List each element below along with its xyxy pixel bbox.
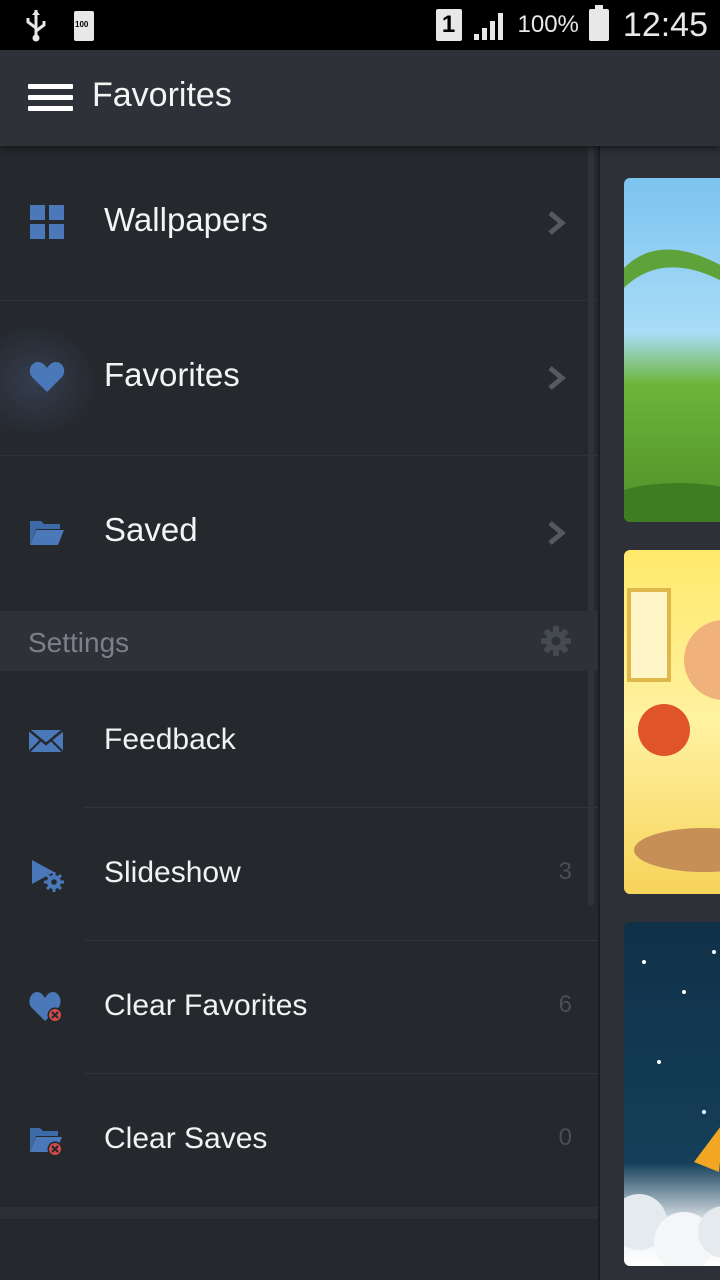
grid-icon	[30, 205, 64, 239]
settings-item-slideshow[interactable]: Slideshow 3	[0, 808, 598, 941]
battery-percentage: 100%	[517, 11, 579, 38]
wallpaper-thumbnail[interactable]	[624, 178, 720, 522]
folder-open-icon	[30, 521, 64, 545]
signal-icon	[473, 13, 503, 40]
section-header-label: Settings	[28, 627, 130, 658]
envelope-icon	[28, 729, 64, 753]
status-bar: 100 1 100% 12:45	[0, 0, 720, 50]
heart-icon	[29, 362, 65, 392]
settings-section-header: Settings	[0, 611, 598, 671]
slideshow-settings-icon	[32, 860, 64, 892]
clock: 12:45	[622, 5, 708, 44]
nav-item-wallpapers[interactable]: Wallpapers	[0, 146, 598, 301]
settings-item-clear-favorites[interactable]: Clear Favorites 6	[0, 941, 598, 1074]
navigation-drawer: Wallpapers Favorites Saved Settings Feed…	[0, 146, 600, 1280]
battery-notification-icon: 100	[74, 11, 94, 41]
action-bar: Favorites	[0, 50, 720, 146]
settings-item-label: Feedback	[104, 723, 236, 756]
nav-item-label: Wallpapers	[104, 201, 268, 238]
settings-item-feedback[interactable]: Feedback	[0, 675, 598, 808]
settings-item-label: Clear Favorites	[104, 989, 308, 1022]
settings-item-clear-saves[interactable]: Clear Saves 0	[0, 1074, 598, 1207]
page-title: Favorites	[92, 76, 232, 114]
nav-item-label: Favorites	[104, 356, 240, 393]
nav-item-saved[interactable]: Saved	[0, 456, 598, 610]
settings-item-label: Slideshow	[104, 856, 241, 889]
gear-icon	[541, 626, 571, 656]
wallpaper-thumbnail[interactable]	[624, 550, 720, 894]
settings-item-label: Clear Saves	[104, 1122, 268, 1155]
wallpaper-thumbnail[interactable]	[624, 922, 720, 1266]
item-count: 3	[558, 858, 572, 885]
heart-remove-icon	[29, 992, 63, 1023]
chevron-right-icon	[548, 211, 566, 235]
battery-icon	[588, 5, 609, 41]
wallpaper-grid	[600, 146, 720, 1280]
sim-icon: 1	[435, 9, 462, 41]
nav-item-favorites[interactable]: Favorites	[0, 301, 598, 456]
section-divider	[0, 1207, 598, 1219]
chevron-right-icon	[548, 366, 566, 390]
folder-remove-icon	[30, 1128, 63, 1157]
hamburger-icon[interactable]	[28, 84, 73, 112]
item-count: 6	[558, 991, 572, 1018]
nav-item-label: Saved	[104, 511, 198, 548]
chevron-right-icon	[548, 521, 566, 545]
usb-icon	[26, 10, 46, 42]
item-count: 0	[558, 1124, 572, 1151]
notification-battery-badge: 100	[75, 20, 89, 29]
